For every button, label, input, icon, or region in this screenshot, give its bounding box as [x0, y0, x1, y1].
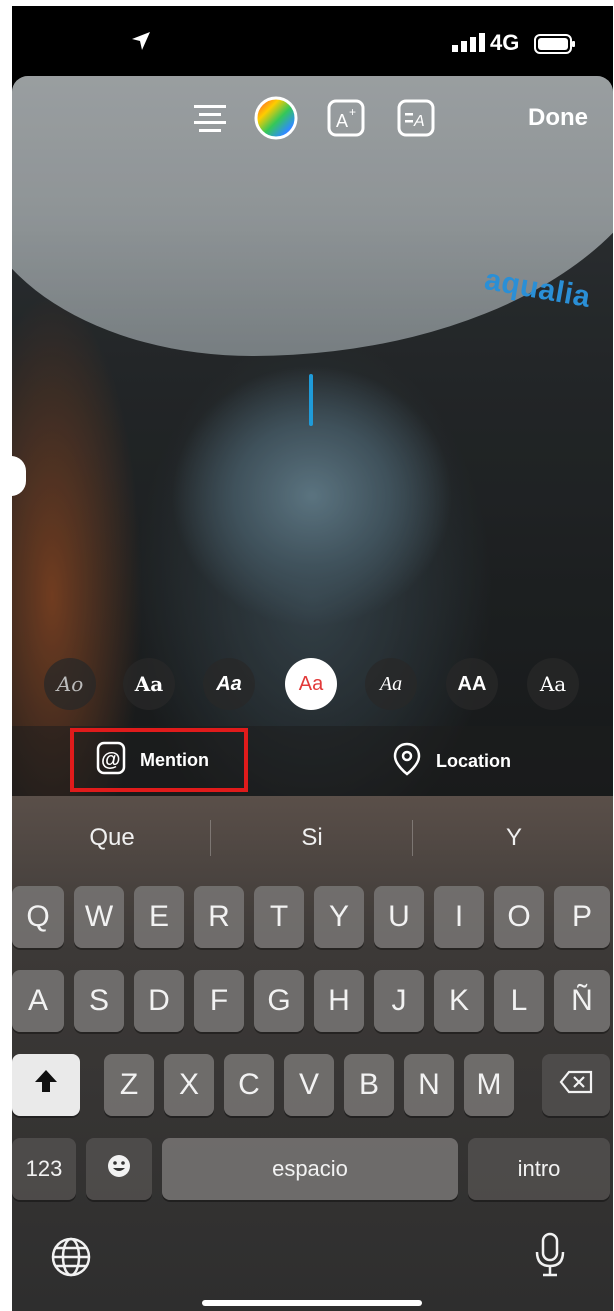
- signal-strength-icon: [452, 32, 486, 57]
- globe-icon[interactable]: [50, 1236, 92, 1283]
- battery-icon: [534, 34, 576, 59]
- text-animate-button[interactable]: A: [392, 96, 440, 144]
- key-l[interactable]: L: [494, 970, 544, 1032]
- text-effects-icon: A +: [326, 98, 366, 143]
- key-g[interactable]: G: [254, 970, 304, 1032]
- font-style-script[interactable]: Ao: [44, 658, 96, 710]
- color-wheel-icon: [254, 96, 298, 145]
- key-v[interactable]: V: [284, 1054, 334, 1116]
- space-key[interactable]: espacio: [162, 1138, 458, 1200]
- font-style-classic[interactable]: Aa: [123, 658, 175, 710]
- text-animate-icon: A: [396, 98, 436, 143]
- key-z[interactable]: Z: [104, 1054, 154, 1116]
- network-type: 4G: [490, 30, 520, 55]
- key-x[interactable]: X: [164, 1054, 214, 1116]
- numbers-key[interactable]: 123: [12, 1138, 76, 1200]
- text-toolbar: A + A Done: [12, 96, 613, 156]
- color-picker-button[interactable]: [252, 96, 300, 144]
- font-style-modern-selected[interactable]: Aa: [285, 658, 337, 710]
- key-k[interactable]: K: [434, 970, 484, 1032]
- key-i[interactable]: I: [434, 886, 484, 948]
- delete-key[interactable]: [542, 1054, 610, 1116]
- suggestion-1[interactable]: Que: [12, 824, 212, 852]
- keyboard: Que Si Y Q W E R T Y U I O P A S D F G H…: [12, 796, 613, 1311]
- font-style-editor[interactable]: Aa: [527, 658, 579, 710]
- shift-key[interactable]: [12, 1054, 80, 1116]
- location-arrow-icon: [130, 30, 152, 57]
- key-b[interactable]: B: [344, 1054, 394, 1116]
- align-icon: [192, 103, 228, 138]
- svg-text:A: A: [413, 113, 425, 130]
- key-a[interactable]: A: [12, 970, 64, 1032]
- microphone-icon[interactable]: [534, 1232, 566, 1283]
- suggestion-3[interactable]: Y: [414, 824, 613, 852]
- at-sign-icon: @: [96, 741, 140, 780]
- svg-text:A: A: [336, 111, 348, 131]
- key-f[interactable]: F: [194, 970, 244, 1032]
- key-p[interactable]: P: [554, 886, 610, 948]
- tag-bar: @ Mention Location: [12, 726, 613, 796]
- key-t[interactable]: T: [254, 886, 304, 948]
- mention-label: Mention: [140, 749, 209, 770]
- svg-text:@: @: [101, 749, 121, 771]
- key-h[interactable]: H: [314, 970, 364, 1032]
- font-style-picker: Ao Aa Aa Aa Aa AA Aa: [12, 658, 613, 714]
- key-n[interactable]: N: [404, 1054, 454, 1116]
- suggestion-bar: Que Si Y: [12, 796, 613, 876]
- key-q[interactable]: Q: [12, 886, 64, 948]
- key-s[interactable]: S: [74, 970, 124, 1032]
- font-style-strong[interactable]: Aa: [203, 658, 255, 710]
- status-bar: 4G: [12, 6, 613, 76]
- svg-text:+: +: [349, 105, 356, 119]
- key-u[interactable]: U: [374, 886, 424, 948]
- font-style-caps[interactable]: AA: [446, 658, 498, 710]
- key-e[interactable]: E: [134, 886, 184, 948]
- key-j[interactable]: J: [374, 970, 424, 1032]
- mention-button[interactable]: @ Mention: [70, 728, 248, 792]
- key-n-tilde[interactable]: Ñ: [554, 970, 610, 1032]
- done-button[interactable]: Done: [528, 104, 588, 132]
- location-button[interactable]: Location: [392, 726, 511, 796]
- key-d[interactable]: D: [134, 970, 184, 1032]
- emoji-icon: [106, 1153, 132, 1185]
- shift-arrow-icon: [33, 1068, 59, 1102]
- key-c[interactable]: C: [224, 1054, 274, 1116]
- font-style-italic[interactable]: Aa: [365, 658, 417, 710]
- phone-screen: 4G aqualia A + A Done Ao Aa Aa Aa Aa AA …: [12, 6, 613, 1311]
- home-indicator[interactable]: [202, 1300, 422, 1306]
- key-o[interactable]: O: [494, 886, 544, 948]
- location-label: Location: [436, 750, 511, 771]
- key-r[interactable]: R: [194, 886, 244, 948]
- align-button[interactable]: [186, 96, 234, 144]
- emoji-key[interactable]: [86, 1138, 152, 1200]
- key-y[interactable]: Y: [314, 886, 364, 948]
- text-cursor[interactable]: [309, 374, 313, 426]
- text-effects-button[interactable]: A +: [322, 96, 370, 144]
- backspace-icon: [559, 1070, 593, 1100]
- key-m[interactable]: M: [464, 1054, 514, 1116]
- return-key[interactable]: intro: [468, 1138, 610, 1200]
- suggestion-2[interactable]: Si: [212, 824, 412, 852]
- key-w[interactable]: W: [74, 886, 124, 948]
- location-pin-icon: [392, 742, 436, 781]
